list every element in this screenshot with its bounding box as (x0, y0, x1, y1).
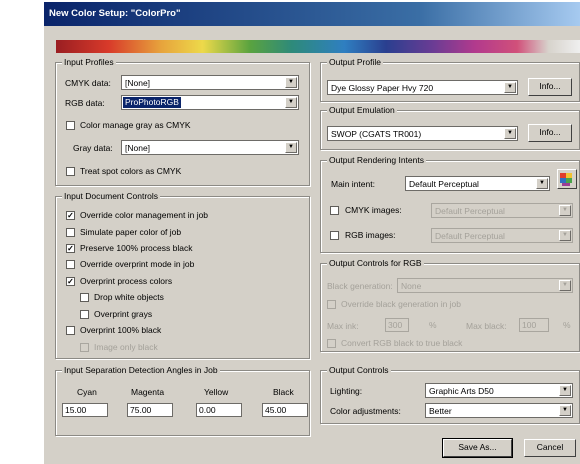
output-profile-info-button[interactable]: Info... (528, 78, 572, 96)
preserve-process-black-checkbox[interactable]: ✓ (66, 244, 75, 253)
simulate-paper-color-label: Simulate paper color of job (80, 227, 182, 237)
spot-cmyk-checkbox[interactable] (66, 167, 75, 176)
manage-gray-label: Color manage gray as CMYK (80, 120, 191, 130)
cmyk-images-select[interactable]: Default Perceptual ▼ (431, 203, 573, 218)
cancel-button[interactable]: Cancel (524, 439, 576, 457)
convert-rgb-black-label: Convert RGB black to true black (341, 338, 463, 348)
chevron-down-icon: ▼ (285, 77, 297, 88)
rgb-images-label: RGB images: (345, 230, 396, 240)
input-doc-controls-label: Input Document Controls (62, 191, 161, 201)
chevron-down-icon: ▼ (504, 82, 516, 93)
overprint-grays-checkbox[interactable] (80, 310, 89, 319)
override-overprint-mode-checkbox[interactable] (66, 260, 75, 269)
chevron-down-icon: ▼ (559, 385, 571, 396)
max-black-field[interactable]: 100 (519, 318, 549, 332)
main-intent-select[interactable]: Default Perceptual ▼ (405, 176, 550, 191)
output-emulation-select[interactable]: SWOP (CGATS TR001) ▼ (327, 126, 518, 141)
drop-white-objects-label: Drop white objects (94, 292, 164, 302)
color-spectrum-banner (56, 40, 580, 53)
lighting-label: Lighting: (330, 386, 363, 396)
input-profiles-label: Input Profiles (62, 57, 116, 67)
convert-rgb-black-checkbox[interactable] (327, 339, 336, 348)
magenta-column-label: Magenta (131, 387, 165, 397)
black-generation-select[interactable]: None ▼ (397, 278, 573, 293)
override-color-mgmt-checkbox[interactable]: ✓ (66, 211, 75, 220)
color-adjustments-select[interactable]: Better ▼ (425, 403, 573, 418)
max-ink-field[interactable]: 300 (385, 318, 409, 332)
chevron-down-icon: ▼ (559, 280, 571, 291)
cmyk-images-label: CMYK images: (345, 205, 402, 215)
color-wheel-icon[interactable] (557, 169, 577, 189)
chevron-down-icon: ▼ (559, 230, 571, 241)
cyan-column-label: Cyan (77, 387, 97, 397)
output-emulation-label: Output Emulation (327, 105, 397, 115)
manage-gray-checkbox[interactable] (66, 121, 75, 130)
overprint-process-colors-label: Overprint process colors (80, 276, 173, 286)
chevron-down-icon: ▼ (504, 128, 516, 139)
chevron-down-icon: ▼ (559, 205, 571, 216)
black-angle-field[interactable]: 45.00 (262, 403, 308, 417)
title-bar[interactable]: New Color Setup: "ColorPro" (44, 2, 580, 26)
rgb-images-select[interactable]: Default Perceptual ▼ (431, 228, 573, 243)
output-rgb-label: Output Controls for RGB (327, 258, 424, 268)
chevron-down-icon: ▼ (536, 178, 548, 189)
separation-angles-label: Input Separation Detection Angles in Job (62, 365, 220, 375)
gray-data-select[interactable]: [None] ▼ (121, 140, 299, 155)
rgb-images-checkbox[interactable] (330, 231, 339, 240)
cmyk-images-checkbox[interactable] (330, 206, 339, 215)
max-black-unit: % (563, 320, 571, 330)
preserve-process-black-label: Preserve 100% process black (80, 243, 193, 253)
overprint-grays-label: Overprint grays (94, 309, 153, 319)
output-emulation-info-button[interactable]: Info... (528, 124, 572, 142)
chevron-down-icon: ▼ (285, 97, 297, 108)
chevron-down-icon: ▼ (559, 405, 571, 416)
output-controls-label: Output Controls (327, 365, 391, 375)
override-color-mgmt-label: Override color management in job (80, 210, 209, 220)
output-profile-label: Output Profile (327, 57, 383, 67)
color-adjustments-label: Color adjustments: (330, 406, 401, 416)
max-black-label: Max black: (466, 321, 507, 331)
output-profile-select[interactable]: Dye Glossy Paper Hvy 720 ▼ (327, 80, 518, 95)
image-only-black-label: Image only black (94, 342, 158, 352)
overprint-process-colors-checkbox[interactable]: ✓ (66, 277, 75, 286)
drop-white-objects-checkbox[interactable] (80, 293, 89, 302)
overprint-100-black-checkbox[interactable] (66, 326, 75, 335)
rgb-data-select[interactable]: ProPhotoRGB ▼ (121, 95, 299, 110)
max-ink-label: Max ink: (327, 321, 359, 331)
main-intent-label: Main intent: (331, 179, 375, 189)
save-as-button[interactable]: Save As... (442, 438, 513, 458)
cmyk-data-select[interactable]: [None] ▼ (121, 75, 299, 90)
cmyk-data-label: CMYK data: (65, 78, 111, 88)
black-column-label: Black (273, 387, 294, 397)
lighting-select[interactable]: Graphic Arts D50 ▼ (425, 383, 573, 398)
rgb-data-label: RGB data: (65, 98, 105, 108)
yellow-angle-field[interactable]: 0.00 (196, 403, 242, 417)
rendering-intents-label: Output Rendering Intents (327, 155, 426, 165)
window-title: New Color Setup: "ColorPro" (49, 8, 181, 19)
image-only-black-checkbox[interactable] (80, 343, 89, 352)
spot-cmyk-label: Treat spot colors as CMYK (80, 166, 182, 176)
black-generation-label: Black generation: (327, 281, 393, 291)
magenta-angle-field[interactable]: 75.00 (127, 403, 173, 417)
overprint-100-black-label: Overprint 100% black (80, 325, 162, 335)
chevron-down-icon: ▼ (285, 142, 297, 153)
override-overprint-mode-label: Override overprint mode in job (80, 259, 195, 269)
simulate-paper-color-checkbox[interactable] (66, 228, 75, 237)
override-black-gen-checkbox[interactable] (327, 300, 336, 309)
yellow-column-label: Yellow (204, 387, 229, 397)
cyan-angle-field[interactable]: 15.00 (62, 403, 108, 417)
max-ink-unit: % (429, 320, 437, 330)
gray-data-label: Gray data: (73, 143, 113, 153)
override-black-gen-label: Override black generation in job (341, 299, 462, 309)
